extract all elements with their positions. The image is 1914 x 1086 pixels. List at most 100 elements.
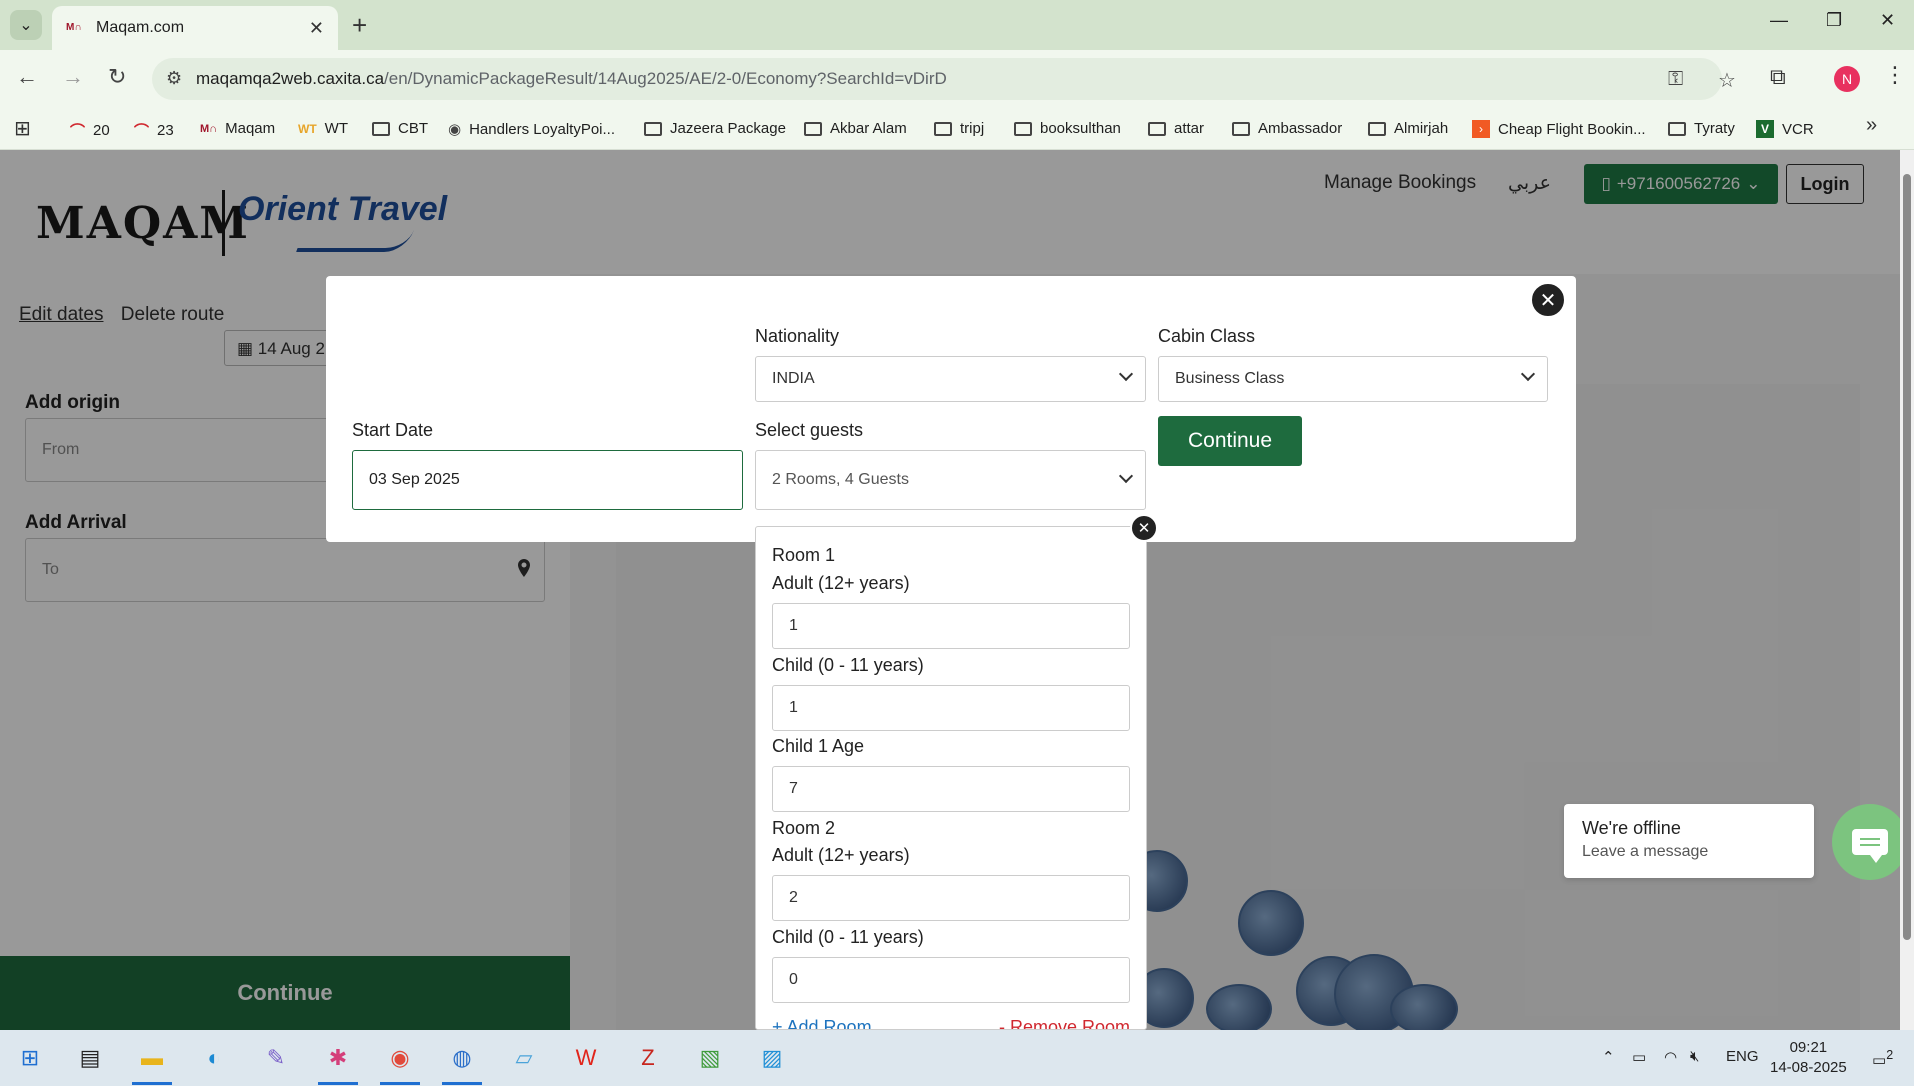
- room1-title: Room 1: [772, 545, 836, 565]
- bookmark-label: Jazeera Package: [670, 120, 786, 137]
- site-info-icon[interactable]: ⚙: [166, 68, 182, 89]
- room1-child-input[interactable]: 1: [772, 685, 1130, 731]
- active-indicator: [132, 1082, 172, 1085]
- tray-chevron-icon[interactable]: ⌃: [1602, 1048, 1615, 1066]
- bookmark-item[interactable]: Ambassador: [1232, 120, 1342, 137]
- bookmark-label: tripj: [960, 120, 985, 137]
- battery-icon[interactable]: ▭: [1632, 1048, 1646, 1066]
- bookmark-item[interactable]: attar: [1148, 120, 1204, 137]
- bookmark-item[interactable]: ◉ Handlers LoyaltyPoi...: [448, 120, 615, 139]
- paint-icon[interactable]: ✎: [258, 1040, 294, 1076]
- room1-child1-age-input[interactable]: 7: [772, 766, 1130, 812]
- close-window-icon[interactable]: ✕: [1880, 10, 1895, 31]
- chat-offline-card[interactable]: We're offline Leave a message: [1564, 804, 1814, 878]
- bookmark-item[interactable]: WT WT: [298, 120, 348, 137]
- edge-icon[interactable]: ◐: [196, 1040, 232, 1076]
- close-modal-button[interactable]: ✕: [1530, 282, 1566, 318]
- forward-icon[interactable]: →: [62, 64, 84, 90]
- select-guests-label: Select guests: [755, 420, 864, 440]
- notification-icon[interactable]: ▭2: [1872, 1048, 1893, 1069]
- clock-date: 14-08-2025: [1770, 1059, 1847, 1076]
- page-scrollbar[interactable]: [1900, 150, 1914, 1030]
- flight-icon: ›: [1472, 120, 1490, 138]
- excel-chart-icon[interactable]: ▧: [692, 1040, 728, 1076]
- profile-avatar[interactable]: N: [1834, 66, 1860, 92]
- password-key-icon[interactable]: ⚿: [1668, 68, 1683, 91]
- bookmark-item[interactable]: Tyraty: [1668, 120, 1735, 137]
- scrollbar-thumb[interactable]: [1903, 174, 1911, 940]
- new-tab-icon[interactable]: +: [352, 10, 367, 41]
- more-bookmarks-icon[interactable]: »: [1866, 114, 1877, 137]
- apps-grid-icon[interactable]: ⊞: [14, 116, 31, 141]
- reload-icon[interactable]: ↻: [108, 64, 126, 90]
- bookmark-item[interactable]: M∩ Maqam: [200, 120, 275, 137]
- minimize-icon[interactable]: —: [1770, 10, 1788, 31]
- active-indicator: [318, 1082, 358, 1085]
- back-icon[interactable]: ←: [16, 64, 38, 90]
- cabin-class-select[interactable]: Business Class: [1158, 356, 1548, 402]
- file-explorer-icon[interactable]: ▬: [134, 1040, 170, 1076]
- bookmark-label: CBT: [398, 120, 428, 137]
- extensions-icon[interactable]: ⧉: [1770, 64, 1786, 90]
- wt-icon: WT: [298, 121, 317, 136]
- bookmark-item[interactable]: ⌒ 23: [134, 120, 174, 141]
- bookmark-label: booksulthan: [1040, 120, 1121, 137]
- bookmark-item[interactable]: › Cheap Flight Bookin...: [1472, 120, 1646, 138]
- volume-mute-icon[interactable]: 🔇︎: [1690, 1048, 1699, 1065]
- bookmark-item[interactable]: Akbar Alam: [804, 120, 907, 137]
- nationality-select[interactable]: INDIA: [755, 356, 1146, 402]
- folder-icon: [1232, 121, 1250, 136]
- bookmark-item[interactable]: Almirjah: [1368, 120, 1448, 137]
- bookmark-item[interactable]: V VCR: [1756, 120, 1814, 138]
- browser-tab-strip: ⌄ M∩ Maqam.com ✕ + — ❐ ✕: [0, 0, 1914, 50]
- bookmark-item[interactable]: tripj: [934, 120, 984, 137]
- chat-title: We're offline: [1582, 818, 1681, 838]
- guests-popover: Room 1 Adult (12+ years) 1 Child (0 - 11…: [755, 526, 1147, 1030]
- tab-search-button[interactable]: ⌄: [10, 10, 42, 40]
- task-view-icon[interactable]: ▤: [72, 1040, 108, 1076]
- photos-icon[interactable]: ▨: [754, 1040, 790, 1076]
- active-indicator: [380, 1082, 420, 1085]
- url-omnibox[interactable]: ⚙ maqamqa2web.caxita.ca/en/DynamicPackag…: [152, 58, 1736, 100]
- url-text: maqamqa2web.caxita.ca/en/DynamicPackageR…: [196, 69, 947, 89]
- chat-launcher-button[interactable]: [1832, 804, 1908, 880]
- filezilla-icon[interactable]: Z: [630, 1040, 666, 1076]
- chrome-icon[interactable]: ◉: [382, 1040, 418, 1076]
- guests-select[interactable]: 2 Rooms, 4 Guests: [755, 450, 1146, 510]
- browser-tab[interactable]: M∩ Maqam.com ✕: [52, 6, 338, 50]
- windows-start-icon[interactable]: ⊞: [12, 1040, 48, 1076]
- room1-adult-input[interactable]: 1: [772, 603, 1130, 649]
- remove-room-link[interactable]: - Remove Room: [999, 1017, 1130, 1029]
- room2-adult-input[interactable]: 2: [772, 875, 1130, 921]
- bookmark-star-icon[interactable]: ☆: [1718, 68, 1736, 93]
- bookmark-item[interactable]: booksulthan: [1014, 120, 1121, 137]
- room1-child-label: Child (0 - 11 years): [772, 655, 924, 675]
- notes-icon[interactable]: ▱: [506, 1040, 542, 1076]
- modal-continue-button[interactable]: Continue: [1158, 416, 1302, 466]
- bookmark-item[interactable]: ⌒ 20: [70, 120, 110, 141]
- close-tab-icon[interactable]: ✕: [309, 18, 324, 39]
- room1-adult-label: Adult (12+ years): [772, 573, 910, 593]
- chat-subtitle: Leave a message: [1582, 843, 1709, 860]
- slack-icon[interactable]: ✱: [320, 1040, 356, 1076]
- folder-icon: [1368, 121, 1386, 136]
- bookmark-label: Ambassador: [1258, 120, 1343, 137]
- room2-child-input[interactable]: 0: [772, 957, 1130, 1003]
- wifi-icon[interactable]: ◠: [1664, 1048, 1677, 1066]
- add-room-link[interactable]: + Add Room: [772, 1017, 872, 1029]
- close-guests-button[interactable]: ✕: [1130, 514, 1158, 542]
- outlook-icon[interactable]: ◍: [444, 1040, 480, 1076]
- bookmark-label: 20: [93, 122, 110, 139]
- clock[interactable]: 09:21 14-08-2025: [1770, 1038, 1847, 1078]
- restore-icon[interactable]: ❐: [1826, 10, 1842, 31]
- wps-icon[interactable]: W: [568, 1040, 604, 1076]
- start-date-input[interactable]: 03 Sep 2025: [352, 450, 743, 510]
- bookmark-item[interactable]: Jazeera Package: [644, 120, 786, 137]
- chevron-down-icon: [1118, 366, 1134, 382]
- language-indicator[interactable]: ENG: [1726, 1048, 1759, 1065]
- browser-menu-icon[interactable]: ⋮: [1884, 62, 1906, 88]
- folder-icon: [644, 121, 662, 136]
- bookmarks-bar: ⌒ 20 ⌒ 23 M∩ Maqam WT WT CBT ◉ Handlers Loyal…: [0, 108, 1914, 150]
- bookmark-item[interactable]: CBT: [372, 120, 428, 137]
- clock-time: 09:21: [1789, 1039, 1828, 1056]
